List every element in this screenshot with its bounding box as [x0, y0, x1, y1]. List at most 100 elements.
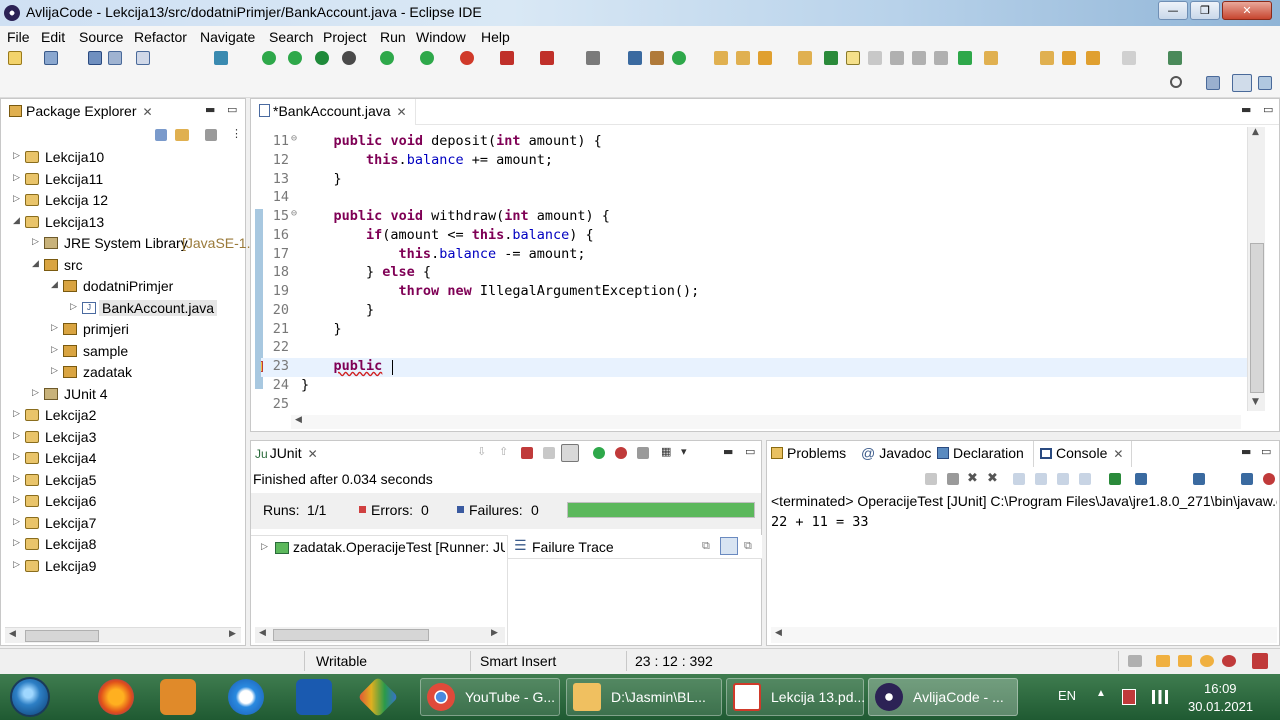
expand-arrow-icon[interactable]: ▷ [13, 516, 20, 527]
tree-item-lekcija10[interactable]: ▷ Lekcija10 [1, 147, 245, 168]
menu-search[interactable]: Search [269, 29, 313, 45]
expand-arrow-icon[interactable]: ▷ [32, 387, 39, 398]
tab-console[interactable]: Console ✕ [1033, 441, 1133, 467]
annotation-icon[interactable] [868, 51, 882, 65]
test-item[interactable]: zadatak.OperacijeTest [Runner: JUı [293, 539, 505, 555]
expand-arrow-icon[interactable]: ▷ [70, 301, 77, 312]
menu-file[interactable]: File [7, 29, 30, 45]
menu-help[interactable]: Help [481, 29, 510, 45]
expand-arrow-icon[interactable]: ▷ [13, 559, 20, 570]
next-failure-icon[interactable]: ⇩ [477, 445, 486, 458]
tree-item-dodatniprimjer[interactable]: ◢ dodatniPrimjer [1, 276, 245, 297]
tree-item-junit-4[interactable]: ▷ JUnit 4 [1, 384, 245, 405]
error-marker-icon[interactable] [261, 361, 263, 372]
scroll-right-icon[interactable]: ▶ [229, 629, 236, 639]
remove-launch-icon[interactable]: ✖ [967, 471, 978, 486]
junit-scroll-thumb[interactable] [273, 629, 429, 641]
media-player-icon[interactable] [160, 679, 196, 715]
menu-edit[interactable]: Edit [41, 29, 65, 45]
clear-console-icon[interactable] [1013, 473, 1025, 485]
menu-project[interactable]: Project [323, 29, 367, 45]
tree-item-lekcija6[interactable]: ▷ Lekcija6 [1, 491, 245, 512]
show-whitespace-icon[interactable] [890, 51, 904, 65]
show-stdout-icon[interactable] [1079, 473, 1091, 485]
tree-item-primjeri[interactable]: ▷ primjeri [1, 319, 245, 340]
minimize-console-icon[interactable]: ▬ [1241, 445, 1251, 458]
expand-arrow-icon[interactable]: ▷ [51, 365, 58, 376]
taskbar-youtube[interactable]: YouTube - G... [420, 678, 560, 716]
taskbar-eclipse[interactable]: AvlijaCode - ... [868, 678, 1018, 716]
tab-javadoc[interactable]: @ Javadoc [861, 445, 931, 461]
expand-arrow-icon[interactable]: ▷ [13, 150, 20, 161]
debug-perspective-icon[interactable] [1258, 76, 1272, 90]
tree-item-lekcija8[interactable]: ▷ Lekcija8 [1, 534, 245, 555]
filter-icon[interactable] [205, 129, 217, 141]
fold-icon[interactable]: ⊖ [291, 133, 297, 144]
tab-declaration[interactable]: Declaration [937, 445, 1024, 461]
editor-horizontal-scrollbar[interactable]: ◀ [291, 415, 1241, 429]
open-perspective-icon[interactable] [1206, 76, 1220, 90]
link-editor-icon[interactable] [175, 129, 189, 141]
code-line[interactable]: 15 public void withdraw(int amount) {⊖ [261, 208, 1251, 227]
highlight-icon[interactable] [846, 51, 860, 65]
clock-time[interactable]: 16:09 [1204, 681, 1237, 696]
pilcrow-icon[interactable] [934, 51, 948, 65]
expand-arrow-icon[interactable]: ▷ [32, 236, 39, 247]
expand-arrow-icon[interactable]: ▷ [51, 322, 58, 333]
notification-icon[interactable] [1156, 655, 1170, 667]
code-line[interactable]: 14 [261, 189, 1251, 208]
tab-bankaccount-java[interactable]: *BankAccount.java ✕ [251, 99, 416, 125]
minimize-button[interactable]: — [1158, 1, 1188, 20]
tree-item-zadatak[interactable]: ▷ zadatak [1, 362, 245, 383]
junit-scrollbar[interactable]: ◀ ▶ [255, 627, 505, 643]
rerun-failed-icon[interactable] [615, 447, 627, 459]
tip-status-icon[interactable] [1200, 655, 1214, 667]
security-icon[interactable] [1122, 689, 1136, 705]
expand-arrow-icon[interactable]: ▷ [13, 451, 20, 462]
run-as-icon[interactable] [420, 51, 434, 65]
run-last-icon[interactable] [262, 51, 276, 65]
maximize-junit-icon[interactable]: ▭ [745, 445, 755, 458]
show-failures-icon[interactable] [521, 447, 533, 459]
scroll-down-icon[interactable]: ▼ [1252, 397, 1259, 407]
code-line[interactable]: 18 } else { [261, 264, 1251, 283]
maximize-button[interactable]: ❐ [1190, 1, 1220, 20]
pin-editor-icon[interactable] [1168, 51, 1182, 65]
tree-item-bankaccount-java[interactable]: ▷ J BankAccount.java [1, 298, 245, 319]
scroll-up-icon[interactable]: ▲ [1252, 127, 1259, 137]
compare-icon[interactable]: ⧉ [702, 539, 710, 553]
collapse-all-icon[interactable] [155, 129, 167, 141]
code-line[interactable]: 11 public void deposit(int amount) {⊖ [261, 133, 1251, 152]
search-toolbar-icon[interactable] [672, 51, 686, 65]
layout-icon[interactable]: ▦ [661, 445, 671, 458]
error-status-icon[interactable] [1222, 655, 1236, 667]
prev-annotation-icon[interactable] [1040, 51, 1054, 65]
clock-date[interactable]: 30.01.2021 [1188, 699, 1253, 714]
refresh-icon[interactable] [288, 51, 302, 65]
menu-window[interactable]: Window [416, 29, 466, 45]
maximize-editor-icon[interactable]: ▭ [1263, 103, 1273, 116]
taskbar-pdf[interactable]: Lekcija 13.pd... [726, 678, 865, 716]
save-icon[interactable] [88, 51, 102, 65]
minimize-junit-icon[interactable]: ▬ [723, 445, 733, 458]
tree-item-lekcija-12[interactable]: ▷ Lekcija 12 [1, 190, 245, 211]
internet-explorer-icon[interactable] [228, 679, 264, 715]
code-line[interactable]: 25 [261, 396, 1251, 415]
view-menu-icon[interactable]: ⋮ [231, 127, 242, 140]
new-server-icon[interactable] [586, 51, 600, 65]
minimize-view-icon[interactable]: ▬ [205, 103, 215, 116]
open-task-icon[interactable] [650, 51, 664, 65]
code-line[interactable]: 13 } [261, 171, 1251, 190]
expand-arrow-icon[interactable]: ▷ [51, 344, 58, 355]
code-line[interactable]: 19 throw new IllegalArgumentException(); [261, 283, 1251, 302]
horizontal-scrollbar[interactable]: ◀ ▶ [5, 627, 241, 643]
rerun-icon[interactable] [593, 447, 605, 459]
code-line[interactable]: 21 } [261, 321, 1251, 340]
menu-refactor[interactable]: Refactor [134, 29, 187, 45]
menu-run[interactable]: Run [380, 29, 406, 45]
debug-config-icon[interactable] [214, 51, 228, 65]
expand-arrow-icon[interactable]: ▷ [13, 193, 20, 204]
expand-icon[interactable]: ▷ [261, 542, 268, 552]
alert-icon[interactable] [1252, 653, 1268, 669]
display-console-icon[interactable] [1135, 473, 1147, 485]
